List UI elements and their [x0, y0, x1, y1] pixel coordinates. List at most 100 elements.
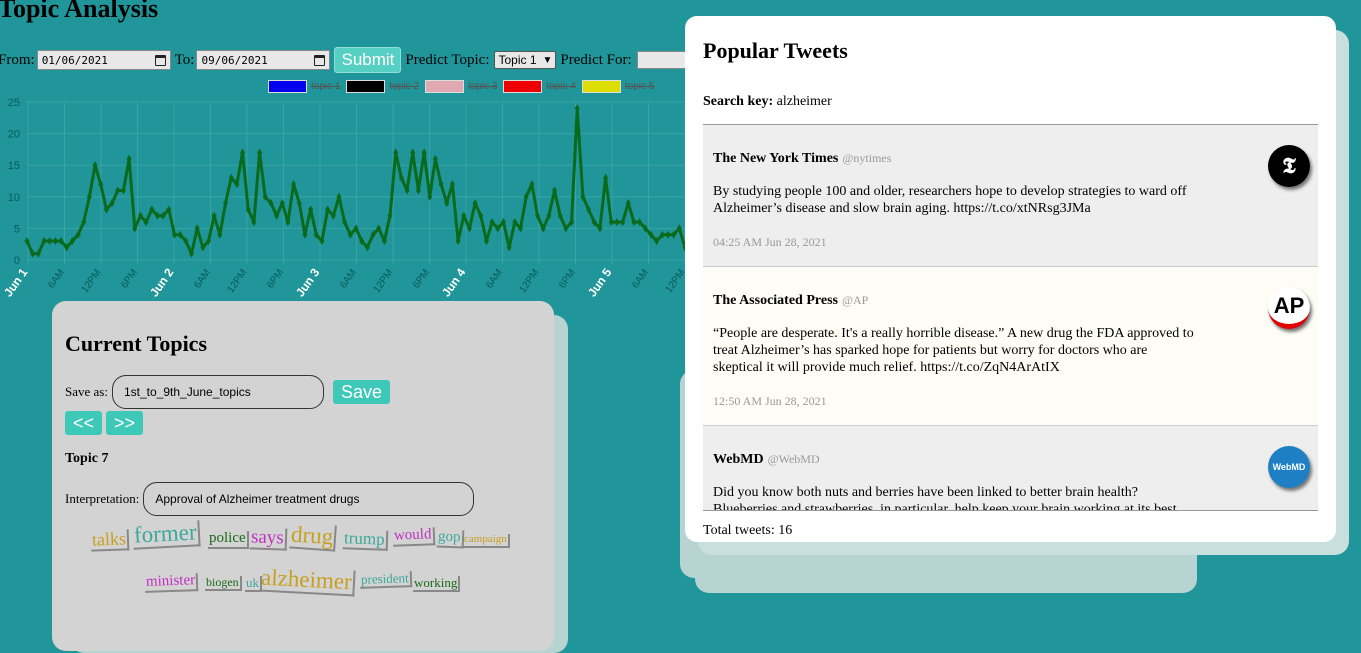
word-cloud-word: working [413, 576, 461, 592]
tweet-handle: @nytimes [842, 151, 892, 165]
save-as-label: Save as: [65, 384, 108, 399]
data-point [614, 218, 620, 227]
interpretation-input[interactable]: Approval of Alzheimer treatment drugs [143, 482, 475, 516]
from-date-value: 01/06/2021 [41, 53, 108, 67]
interpretation-label: Interpretation: [65, 491, 140, 506]
x-tick-label: 6PM [265, 267, 286, 290]
word-cloud-word: says [249, 526, 288, 551]
x-tick-label: Jun 1 [1, 265, 31, 299]
tweet-card[interactable]: The Associated Press @AP “People are despe… [703, 267, 1318, 426]
word-cloud-word: president [359, 570, 412, 589]
data-point [52, 237, 58, 246]
prev-topic-button[interactable]: << [65, 411, 103, 435]
to-date-value: 09/06/2021 [201, 53, 268, 67]
legend-label: topic 3 [467, 81, 498, 92]
word-cloud-word: police [208, 530, 249, 549]
x-tick-label: 6PM [119, 267, 140, 290]
x-tick-label: Jun 5 [585, 265, 615, 299]
word-cloud-word: talks [90, 528, 130, 552]
tweet-card[interactable]: WebMD @WebMD Did you know both nuts and be… [703, 426, 1318, 511]
x-tick-label: 6AM [630, 267, 651, 290]
legend-label: topic 2 [389, 81, 419, 92]
avatar[interactable]: 𝕿 [1268, 145, 1310, 187]
tweet-handle: @WebMD [767, 452, 820, 466]
predict-topic-value: Topic 1 [498, 53, 537, 67]
word-cloud-word: minister [144, 572, 199, 593]
date-controls: From: 01/06/2021 To: 09/06/2021 Submit P… [0, 47, 697, 73]
calendar-icon[interactable] [154, 54, 166, 66]
data-point [665, 230, 671, 239]
tweet-card[interactable]: The New York Times @nytimes By studying pe… [703, 125, 1318, 267]
tweet-header: WebMD @WebMD [713, 450, 1308, 468]
predict-topic-label: Predict Topic: [405, 51, 490, 68]
topic-line-chart: 0 5 10 15 20 25 Jun 1 6AM 12PM 6PM Jun 2 6AM 12PM 6PM… [1, 97, 685, 299]
x-tick-label: 12PM [517, 267, 541, 295]
y-tick-label: 5 [14, 223, 20, 235]
from-date-input[interactable]: 01/06/2021 [36, 50, 171, 70]
y-tick-label: 10 [8, 192, 20, 204]
from-label: From: [0, 51, 35, 68]
y-tick-label: 25 [8, 97, 20, 109]
search-key-value: alzheimer [776, 94, 832, 109]
word-cloud-word: gop [436, 529, 464, 549]
submit-button[interactable]: Submit [334, 47, 402, 73]
predict-topic-select[interactable]: Topic 1 ▼ [494, 51, 557, 69]
popular-tweets-panel: Popular Tweets Search key: alzheimer The… [685, 16, 1336, 542]
tweet-text: Did you know both nuts and berries have … [713, 485, 1177, 511]
save-as-input[interactable]: 1st_to_9th_June_topics [111, 375, 324, 409]
tweet-time: 12:50 AM Jun 28, 2021 [713, 394, 827, 408]
topic-heading: Topic 7 [65, 451, 109, 466]
tweet-list[interactable]: The New York Times @nytimes By studying pe… [703, 124, 1318, 511]
total-tweets: Total tweets: 16 [703, 523, 793, 538]
x-tick-label: 6AM [192, 267, 213, 290]
popular-tweets-title: Popular Tweets [703, 38, 848, 63]
tweet-handle: @AP [841, 293, 869, 307]
data-point [47, 237, 53, 246]
save-button[interactable]: Save [332, 380, 390, 404]
x-tick-label: 6AM [46, 267, 67, 290]
y-tick-label: 15 [8, 160, 20, 172]
to-date-input[interactable]: 09/06/2021 [196, 50, 331, 70]
y-tick-label: 20 [8, 129, 20, 141]
calendar-icon[interactable] [314, 54, 326, 66]
word-cloud-word: alzheimer [259, 565, 356, 597]
word-cloud-word: campaign [463, 533, 510, 548]
x-tick-label: 6AM [338, 267, 359, 290]
tweet-header: The New York Times @nytimes [713, 149, 1308, 167]
x-tick-label: 12PM [79, 267, 103, 295]
to-label: To: [174, 51, 195, 68]
predict-for-label: Predict For: [560, 51, 632, 68]
x-tick-label: 6PM [411, 267, 432, 290]
x-tick-label: 12PM [371, 267, 395, 295]
tweet-time: 04:25 AM Jun 28, 2021 [713, 235, 827, 249]
tweet-author: WebMD [713, 452, 764, 467]
x-tick-label: 12PM [663, 267, 685, 295]
x-tick-label: Jun 2 [147, 265, 177, 299]
legend-label: topic 4 [546, 81, 576, 92]
chevron-down-icon: ▼ [542, 54, 553, 66]
word-cloud-word: drug [289, 521, 338, 552]
legend-label: topic 5 [624, 81, 655, 92]
page-title: Topic Analysis [0, 0, 159, 23]
x-tick-label: Jun 3 [293, 265, 323, 299]
word-cloud-word: would [392, 526, 435, 547]
x-tick-label: 12PM [225, 267, 249, 295]
y-tick-label: 0 [14, 255, 20, 267]
word-cloud-word: biogen [205, 576, 242, 591]
tweet-author: The Associated Press [713, 293, 838, 308]
x-tick-label: 6AM [484, 267, 505, 290]
tweet-text: By studying people 100 and older, resear… [713, 184, 1187, 216]
word-cloud: talks former police says drug trump would gop ca… [65, 516, 541, 616]
avatar[interactable]: WebMD [1268, 446, 1310, 488]
current-topics-title: Current Topics [65, 331, 208, 356]
avatar[interactable]: AP [1268, 287, 1310, 329]
legend-label: topic 1 [311, 81, 341, 92]
x-tick-label: Jun 4 [439, 265, 469, 299]
word-cloud-word: former [132, 519, 201, 550]
search-key: Search key: alzheimer [703, 94, 1318, 110]
search-key-label: Search key: [703, 94, 774, 109]
next-topic-button[interactable]: >> [106, 411, 144, 435]
tweet-header: The Associated Press @AP [713, 291, 1308, 309]
current-topics-panel: Current Topics Save as: 1st_to_9th_June_… [52, 301, 554, 651]
x-tick-label: 6PM [557, 267, 578, 290]
